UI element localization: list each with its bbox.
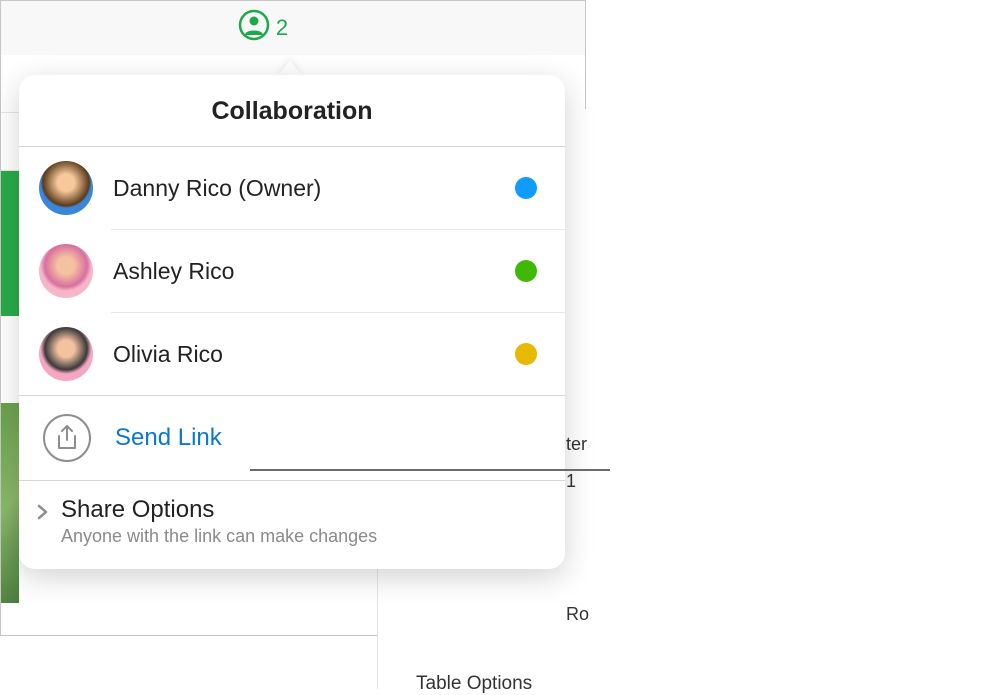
participant-name: Olivia Rico bbox=[113, 341, 495, 368]
more-toolbar-button[interactable] bbox=[316, 12, 348, 44]
send-link-label: Send Link bbox=[115, 424, 222, 452]
chevron-right-icon bbox=[33, 500, 51, 524]
send-link-button[interactable]: Send Link bbox=[19, 396, 565, 480]
app-window: 2 ter 1 Ro Table Options Co bbox=[0, 0, 586, 636]
avatar bbox=[39, 161, 93, 215]
participant-name: Danny Rico (Owner) bbox=[113, 175, 495, 202]
participant-name: Ashley Rico bbox=[113, 258, 495, 285]
avatar bbox=[39, 327, 93, 381]
popover-arrow bbox=[278, 60, 302, 76]
status-dot bbox=[515, 343, 537, 365]
participant-row[interactable]: Danny Rico (Owner) bbox=[19, 147, 565, 229]
participants-list: Danny Rico (Owner) Ashley Rico Olivia Ri… bbox=[19, 147, 565, 395]
collab-count: 2 bbox=[276, 15, 288, 41]
callout-line bbox=[250, 469, 610, 471]
share-icon bbox=[43, 414, 91, 462]
avatar bbox=[39, 244, 93, 298]
status-dot bbox=[515, 260, 537, 282]
popover-title: Collaboration bbox=[19, 75, 565, 147]
share-options-description: Anyone with the link can make changes bbox=[61, 526, 377, 547]
collaboration-popover: Collaboration Danny Rico (Owner) Ashley … bbox=[19, 75, 565, 569]
collaboration-toolbar-button[interactable]: 2 bbox=[238, 9, 288, 47]
participant-row[interactable]: Olivia Rico bbox=[19, 313, 565, 395]
share-options-title: Share Options bbox=[61, 496, 377, 524]
status-dot bbox=[515, 177, 537, 199]
participant-row[interactable]: Ashley Rico bbox=[19, 230, 565, 312]
share-options-button[interactable]: Share Options Anyone with the link can m… bbox=[19, 481, 565, 569]
toolbar: 2 bbox=[1, 1, 585, 55]
person-circle-icon bbox=[238, 9, 270, 47]
